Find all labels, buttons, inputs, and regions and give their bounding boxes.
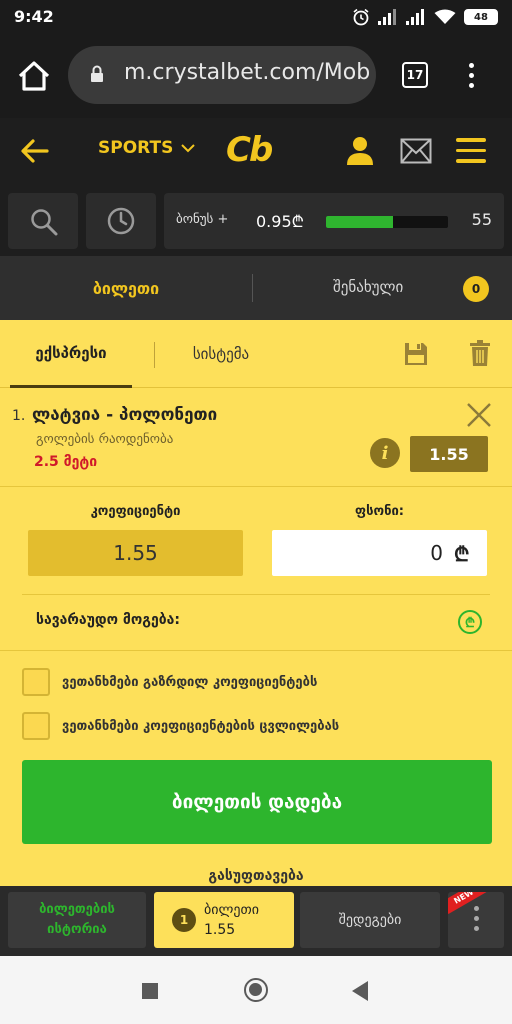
divider xyxy=(0,650,512,651)
clear-link[interactable]: გასუფთავება xyxy=(0,868,512,884)
back-triangle-icon[interactable] xyxy=(352,981,368,1001)
checkbox-label: ვეთანხმები კოეფიციენტების ცვლილებას xyxy=(62,718,340,734)
tab-saved[interactable]: შენახული 0 xyxy=(253,256,512,320)
stake-currency: ₾ xyxy=(454,542,470,566)
possible-win-label: სავარაუდო მოგება: xyxy=(36,612,180,628)
new-badge: NEW xyxy=(448,892,487,915)
ticket-odds: 1.55 xyxy=(204,922,236,938)
divider xyxy=(0,486,512,487)
accept-odds-changes-checkbox[interactable]: ვეთანხმები კოეფიციენტების ცვლილებას xyxy=(22,712,339,740)
bonus-label: ბონუს + xyxy=(176,212,229,227)
results-button[interactable]: შედეგები xyxy=(300,892,440,948)
chevron-down-icon xyxy=(181,144,196,153)
recent-button[interactable] xyxy=(86,193,156,249)
tab-switcher-button[interactable]: 17 xyxy=(402,62,428,88)
checkbox-label: ვეთანხმები გაზრდილ კოეფიციენტებს xyxy=(62,674,318,690)
wifi-icon xyxy=(434,9,456,24)
info-icon[interactable]: i xyxy=(370,438,400,468)
history-line2: ისტორია xyxy=(47,922,107,937)
stake-label: ფსონი: xyxy=(355,504,404,519)
tab-divider xyxy=(154,342,155,368)
ticket-label: ბილეთი xyxy=(204,902,259,918)
more-dots-icon xyxy=(472,906,480,936)
sports-dropdown[interactable]: SPORTS xyxy=(98,138,196,158)
bonus-value: 0.95₾ xyxy=(256,212,304,231)
divider xyxy=(22,594,490,595)
hamburger-menu-icon[interactable] xyxy=(456,138,486,164)
selection-event: ლატვია - პოლონეთი xyxy=(32,405,218,425)
browser-menu-icon[interactable] xyxy=(466,60,476,92)
status-bar: 9:42 48 xyxy=(0,0,512,34)
selection-number: 1. xyxy=(12,408,26,424)
lock-icon xyxy=(91,65,103,82)
tab-saved-label: შენახული xyxy=(333,278,404,296)
save-icon[interactable] xyxy=(404,342,428,366)
bonus-progress-bar xyxy=(326,216,448,228)
alarm-icon xyxy=(353,8,369,26)
cell-signal-2-icon xyxy=(406,9,426,25)
status-time: 9:42 xyxy=(14,7,54,26)
ticket-count-badge: 1 xyxy=(172,908,196,932)
close-icon[interactable] xyxy=(466,402,492,428)
crystalbet-logo[interactable]: Cb xyxy=(226,130,273,170)
accept-increased-odds-checkbox[interactable]: ვეთანხმები გაზრდილ კოეფიციენტებს xyxy=(22,668,317,696)
coefficient-label: კოეფიციენტი xyxy=(90,504,181,519)
history-line1: ბილეთების xyxy=(39,902,115,917)
home-circle-icon[interactable] xyxy=(244,978,268,1002)
search-icon xyxy=(31,209,58,236)
app-header: SPORTS Cb xyxy=(0,118,512,184)
back-arrow-icon[interactable] xyxy=(20,136,50,166)
betslip-panel: ექსპრესი სისტემა 1. ლატვია - პოლონეთი გო… xyxy=(0,320,512,886)
url-bar[interactable]: m.crystalbet.com/Mobi xyxy=(68,46,376,104)
user-icon[interactable] xyxy=(346,136,374,166)
tab-express[interactable]: ექსპრესი xyxy=(10,320,132,388)
betslip-type-tabs: ექსპრესი სისტემა xyxy=(0,320,512,388)
selection-odds: 1.55 xyxy=(410,436,488,472)
checkbox-box[interactable] xyxy=(22,668,50,696)
total-coefficient: 1.55 xyxy=(28,530,243,576)
mail-icon[interactable] xyxy=(400,138,432,164)
betslip-tabs: ბილეთი შენახული 0 xyxy=(0,256,512,320)
tab-system[interactable]: სისტემა xyxy=(166,320,276,388)
android-nav-bar xyxy=(0,956,512,1024)
battery-icon: 48 xyxy=(464,9,498,25)
selection-market: გოლების რაოდენობა xyxy=(36,432,174,447)
trash-icon[interactable] xyxy=(470,340,490,366)
bonus-count: 55 xyxy=(471,210,492,229)
place-bet-button[interactable]: ბილეთის დადება xyxy=(22,760,492,844)
clock-icon xyxy=(107,207,135,235)
home-icon[interactable] xyxy=(14,56,54,96)
browser-toolbar: m.crystalbet.com/Mobi 17 xyxy=(0,34,512,118)
sports-label: SPORTS xyxy=(98,138,174,158)
tools-row: ბონუს + 0.95₾ 55 xyxy=(0,184,512,256)
ticket-button[interactable]: 1 ბილეთი 1.55 xyxy=(154,892,294,948)
selection-pick: 2.5 მეტი xyxy=(34,454,98,470)
url-text: m.crystalbet.com/Mobi xyxy=(124,60,372,85)
ticket-history-button[interactable]: ბილეთების ისტორია xyxy=(8,892,146,948)
recents-icon[interactable] xyxy=(142,983,158,999)
status-icons: 48 xyxy=(352,8,498,26)
bonus-panel[interactable]: ბონუს + 0.95₾ 55 xyxy=(164,193,504,249)
checkbox-box[interactable] xyxy=(22,712,50,740)
tab-ticket[interactable]: ბილეთი xyxy=(0,256,252,320)
more-button[interactable]: NEW xyxy=(448,892,504,948)
saved-count-badge: 0 xyxy=(463,276,489,302)
bonus-progress-fill xyxy=(326,216,394,228)
search-button[interactable] xyxy=(8,193,78,249)
lari-coin-icon: ₾ xyxy=(458,610,482,634)
cell-signal-icon xyxy=(378,9,398,25)
bottom-nav: ბილეთების ისტორია 1 ბილეთი 1.55 შედეგები … xyxy=(0,886,512,956)
